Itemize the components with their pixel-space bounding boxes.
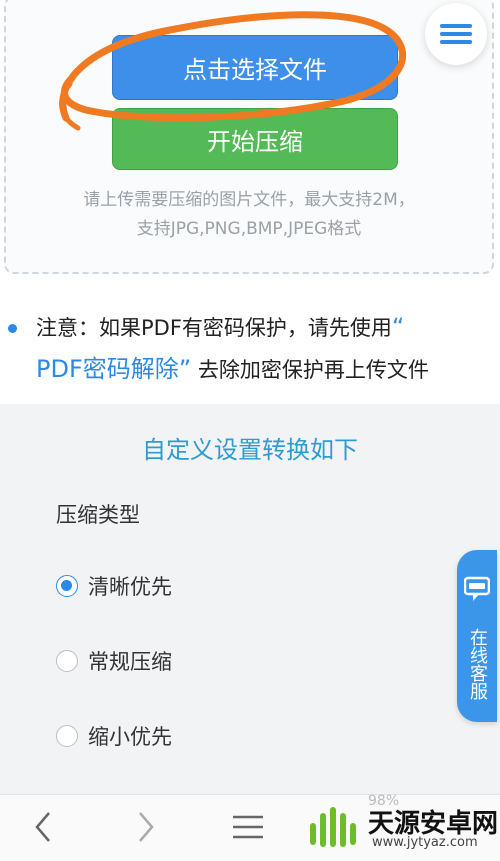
notice-close-quote: ” — [178, 355, 192, 383]
radio-option-clear-first[interactable]: 清晰优先 — [56, 571, 172, 601]
bottom-nav: 98% 天源安卓网 www.jytyaz.com — [0, 793, 500, 861]
back-icon[interactable] — [25, 809, 61, 845]
notice-suffix: 去除加密保护再上传文件 — [197, 358, 429, 382]
radio-label: 清晰优先 — [88, 575, 172, 599]
radio-button[interactable] — [56, 575, 78, 597]
upload-panel: 点击选择文件 开始压缩 请上传需要压缩的图片文件，最大支持2M， 支持JPG,P… — [4, 0, 494, 274]
watermark: 天源安卓网 www.jytyaz.com — [302, 801, 498, 855]
radio-button[interactable] — [56, 725, 78, 747]
chat-bubble-icon — [464, 576, 490, 601]
upload-hint: 请上传需要压缩的图片文件，最大支持2M， 支持JPG,PNG,BMP,JPEG格… — [36, 186, 462, 244]
compress-type-label: 压缩类型 — [56, 503, 140, 527]
notice: 注意：如果PDF有密码保护，请先使用“ PDF密码解除” 去除加密保护再上传文件 — [0, 300, 500, 400]
notice-prefix: 注意：如果PDF有密码保护，请先使用 — [36, 316, 392, 340]
start-compress-button[interactable]: 开始压缩 — [112, 108, 398, 170]
menu-lines-icon[interactable] — [230, 809, 266, 845]
radio-label: 常规压缩 — [88, 650, 172, 674]
pdf-password-remove-link[interactable]: PDF密码解除 — [36, 355, 179, 383]
online-service-label: 在线客服 — [467, 628, 488, 700]
radio-option-normal[interactable]: 常规压缩 — [56, 646, 172, 676]
radio-label: 缩小优先 — [88, 725, 172, 749]
watermark-logo-icon — [310, 807, 356, 847]
online-service-button[interactable]: 在线客服 — [457, 550, 497, 722]
notice-open-quote: “ — [391, 313, 405, 341]
forward-icon[interactable] — [128, 809, 164, 845]
upload-hint-line2: 支持JPG,PNG,BMP,JPEG格式 — [136, 219, 362, 239]
select-file-button[interactable]: 点击选择文件 — [112, 35, 398, 100]
upload-hint-line1: 请上传需要压缩的图片文件，最大支持2M， — [83, 190, 415, 210]
watermark-url: www.jytyaz.com — [372, 835, 478, 850]
radio-button[interactable] — [56, 650, 78, 672]
settings-panel: 自定义设置转换如下 压缩类型 清晰优先 常规压缩 缩小优先 — [0, 404, 500, 794]
settings-title: 自定义设置转换如下 — [142, 436, 358, 464]
bullet-dot — [8, 324, 17, 333]
radio-option-shrink-first[interactable]: 缩小优先 — [56, 721, 172, 751]
menu-button[interactable] — [425, 3, 487, 65]
